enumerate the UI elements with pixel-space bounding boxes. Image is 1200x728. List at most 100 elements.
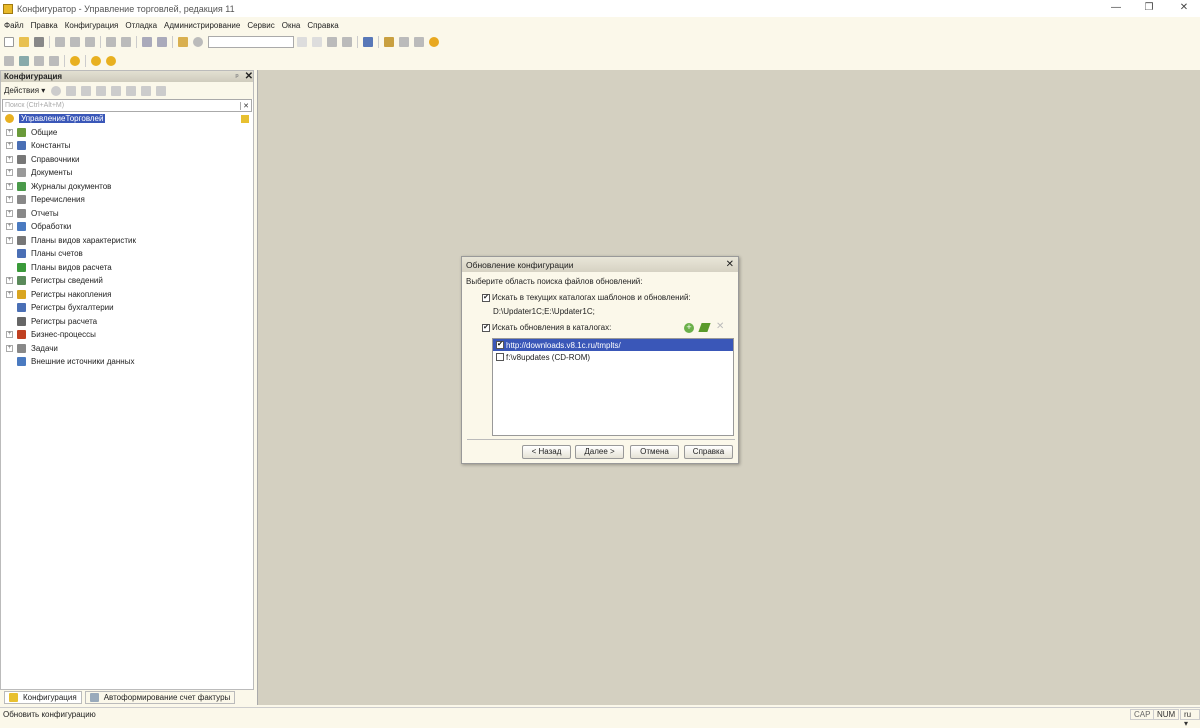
run-icon[interactable] <box>70 55 80 66</box>
tree-search-input[interactable]: Поиск (Ctrl+Alt+M) ✕ <box>2 99 252 112</box>
expand-icon[interactable]: + <box>6 196 13 204</box>
tree-search-clear-icon[interactable]: ✕ <box>240 101 251 110</box>
move-down-icon[interactable] <box>126 85 137 96</box>
language-selector[interactable]: ru ▾ <box>1180 709 1200 728</box>
expand-icon[interactable]: + <box>6 236 13 244</box>
add-catalog-icon[interactable]: + <box>684 323 694 333</box>
close-button[interactable]: ✕ <box>1174 2 1194 13</box>
new-icon[interactable] <box>4 36 14 47</box>
windows-icon[interactable] <box>363 36 373 47</box>
tree-item[interactable]: + Общие <box>1 126 253 140</box>
panel-close-icon[interactable]: ✕ <box>245 71 253 82</box>
catalog-item[interactable]: f:\v8updates (CD-ROM) <box>493 351 733 363</box>
menu-debug[interactable]: Отладка <box>125 21 157 30</box>
next-button[interactable]: Далее > <box>575 445 624 459</box>
undo-icon[interactable] <box>142 36 152 47</box>
tree-item[interactable]: Регистры расчета <box>1 315 253 329</box>
find-prev-icon[interactable] <box>342 36 352 47</box>
catalog-checkbox[interactable]: ✔ <box>496 341 504 349</box>
tree-root[interactable]: УправлениеТорговлей <box>1 112 253 126</box>
table-icon[interactable] <box>49 55 59 66</box>
tree-item[interactable]: + Бизнес-процессы <box>1 328 253 342</box>
tab-invoice-autoform[interactable]: Автоформирование счет фактуры <box>84 691 236 704</box>
calculator-icon[interactable] <box>4 55 14 66</box>
menu-windows[interactable]: Окна <box>282 21 301 30</box>
expand-icon[interactable]: + <box>6 331 13 339</box>
dialog-close-icon[interactable]: ✕ <box>726 259 734 270</box>
move-up-icon[interactable] <box>111 85 122 96</box>
tree-item[interactable]: Внешние источники данных <box>1 355 253 369</box>
menu-file[interactable]: Файл <box>4 21 24 30</box>
cut-icon[interactable] <box>55 36 65 47</box>
calendar-icon[interactable] <box>19 55 29 66</box>
menu-configuration[interactable]: Конфигурация <box>65 21 119 30</box>
search-input[interactable] <box>208 35 294 48</box>
debug-start-icon[interactable] <box>91 55 101 66</box>
save-icon[interactable] <box>34 36 44 47</box>
preview-icon[interactable] <box>121 36 131 47</box>
sort-icon[interactable] <box>141 85 152 96</box>
catalog-item[interactable]: ✔ http://downloads.v8.1c.ru/tmplts/ <box>493 339 733 351</box>
menu-service[interactable]: Сервис <box>247 21 274 30</box>
tree-item[interactable]: + Документы <box>1 166 253 180</box>
copy-icon[interactable] <box>70 36 80 47</box>
tree-item[interactable]: + Планы видов характеристик <box>1 234 253 248</box>
menu-help[interactable]: Справка <box>307 21 338 30</box>
expand-icon[interactable]: + <box>6 277 13 285</box>
expand-icon[interactable]: + <box>6 169 13 177</box>
copy-icon[interactable] <box>81 85 92 96</box>
search-dropdown-icon[interactable] <box>297 36 307 47</box>
tree-item[interactable]: + Журналы документов <box>1 180 253 194</box>
tree-item[interactable]: Регистры бухгалтерии <box>1 301 253 315</box>
expand-icon[interactable]: + <box>6 290 13 298</box>
paste-icon[interactable] <box>85 36 95 47</box>
menu-administration[interactable]: Администрирование <box>164 21 240 30</box>
expand-icon[interactable]: + <box>6 142 13 150</box>
expand-icon[interactable]: + <box>6 223 13 231</box>
debug-connect-icon[interactable] <box>106 55 116 66</box>
tree-item[interactable]: + Регистры сведений <box>1 274 253 288</box>
info-icon[interactable] <box>429 36 439 47</box>
expand-icon[interactable]: + <box>6 155 13 163</box>
cancel-button[interactable]: Отмена <box>630 445 679 459</box>
expand-icon[interactable]: + <box>6 182 13 190</box>
tree-item[interactable]: + Отчеты <box>1 207 253 221</box>
tab-configuration[interactable]: Конфигурация <box>4 691 82 704</box>
delete-catalog-icon[interactable]: ✕ <box>716 321 724 332</box>
filter-icon[interactable] <box>156 85 167 96</box>
checkbox[interactable]: ✔ <box>482 323 490 332</box>
database-icon[interactable] <box>34 55 44 66</box>
help-button[interactable]: Справка <box>684 445 733 459</box>
assistant-icon[interactable] <box>384 36 394 47</box>
find-next-icon[interactable] <box>327 36 337 47</box>
minimize-button[interactable]: — <box>1106 2 1126 13</box>
actions-menu[interactable]: Действия ▾ <box>4 86 45 95</box>
syntax-helper-icon[interactable] <box>414 36 424 47</box>
search-clear-icon[interactable] <box>312 36 322 47</box>
tree-root-label[interactable]: УправлениеТорговлей <box>19 114 106 124</box>
back-button[interactable]: < Назад <box>522 445 571 459</box>
expand-icon[interactable]: + <box>6 344 13 352</box>
delete-icon[interactable] <box>96 85 107 96</box>
edit-icon[interactable] <box>66 85 77 96</box>
redo-icon[interactable] <box>157 36 167 47</box>
find-in-tree-icon[interactable] <box>178 36 188 47</box>
tree-item[interactable]: + Константы <box>1 139 253 153</box>
tree-item[interactable]: Планы счетов <box>1 247 253 261</box>
checkbox[interactable]: ✔ <box>482 293 490 302</box>
pin-icon[interactable]: ᵖ <box>235 72 238 81</box>
tree-item[interactable]: + Задачи <box>1 342 253 356</box>
expand-icon[interactable]: + <box>6 128 13 136</box>
tree-item[interactable]: Планы видов расчета <box>1 261 253 275</box>
expand-icon[interactable]: + <box>6 209 13 217</box>
tree-item[interactable]: + Перечисления <box>1 193 253 207</box>
edit-catalog-icon[interactable] <box>698 323 711 332</box>
add-icon[interactable] <box>51 85 62 96</box>
open-icon[interactable] <box>19 36 29 47</box>
search-catalogs-checkbox[interactable]: ✔ Искать обновления в каталогах: <box>482 323 611 332</box>
catalog-checkbox[interactable] <box>496 353 504 361</box>
help-search-icon[interactable] <box>399 36 409 47</box>
search-icon[interactable] <box>193 36 203 47</box>
menu-edit[interactable]: Правка <box>31 21 58 30</box>
restore-button[interactable]: ❐ <box>1139 2 1159 13</box>
